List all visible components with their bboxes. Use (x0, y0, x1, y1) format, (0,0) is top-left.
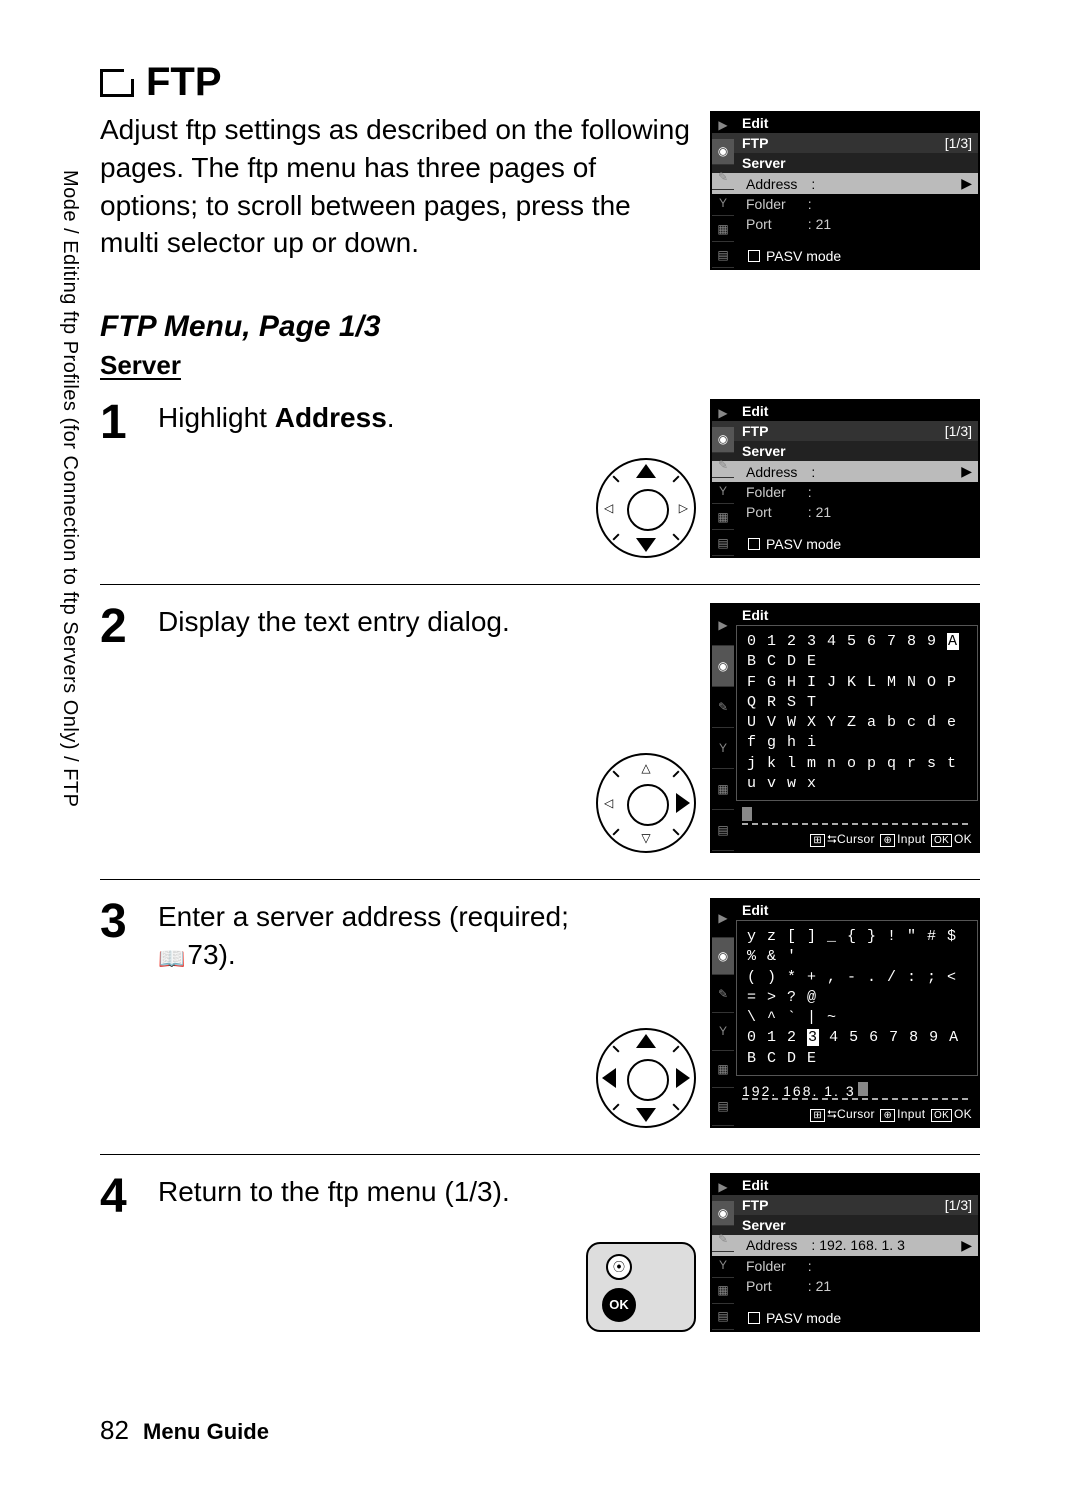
ok-button-icon: ⦿ OK (586, 1242, 696, 1332)
lcd-screenshot-step2: ▶◉✎Y▦▤ Edit 0 1 2 3 4 5 6 7 8 9 A B C D … (710, 603, 980, 853)
lcd-screenshot-step3: ▶◉✎Y▦▤ Edit y z [ ] _ { } ! " # $ % & ' … (710, 898, 980, 1128)
step-3: 3 Enter a server address (required; 73).… (100, 879, 980, 1154)
step-number: 2 (100, 603, 140, 853)
step-text: Return to the ftp menu (1/3). (158, 1173, 570, 1332)
multi-selector-icon: △ ▽ ◁ (596, 753, 696, 853)
page-number: 82 (100, 1415, 129, 1445)
lcd-screenshot-intro: ▶◉✎Y▦▤ Edit FTP[1/3] Server Address:▶ Fo… (710, 111, 980, 270)
page-title-row: FTP (100, 60, 980, 105)
page-title: FTP (146, 60, 222, 105)
lcd-screenshot-step1: ▶◉✎Y▦▤ Edit FTP[1/3] Server Address:▶ Fo… (710, 399, 980, 558)
lcd-screenshot-step4: ▶◉✎Y▦▤ Edit FTP[1/3] Server Address:192.… (710, 1173, 980, 1332)
book-ref-icon (158, 939, 187, 970)
subsection-heading: Server (100, 350, 980, 381)
step-2: 2 Display the text entry dialog. △ ▽ ◁ ▶… (100, 584, 980, 879)
step-1: 1 Highlight Address. ◁ ▷ ▶◉✎Y▦▤ Edit FTP… (100, 381, 980, 584)
step-text: Highlight Address. (158, 399, 580, 558)
step-number: 1 (100, 399, 140, 558)
page-footer: 82 Menu Guide (100, 1415, 269, 1446)
footer-guide-label: Menu Guide (143, 1419, 269, 1444)
step-text: Display the text entry dialog. (158, 603, 580, 853)
side-breadcrumb: Mode / Editing ftp Profiles (for Connect… (58, 170, 81, 870)
step-number: 3 (100, 898, 140, 1128)
step-4: 4 Return to the ftp menu (1/3). ⦿ OK ▶◉✎… (100, 1154, 980, 1358)
step-number: 4 (100, 1173, 140, 1332)
folder-tab-icon (100, 69, 134, 97)
intro-paragraph: Adjust ftp settings as described on the … (100, 111, 690, 270)
step-text: Enter a server address (required; 73). (158, 898, 580, 1128)
multi-selector-icon (596, 1028, 696, 1128)
section-heading: FTP Menu, Page 1/3 (100, 310, 980, 344)
multi-selector-icon: ◁ ▷ (596, 458, 696, 558)
